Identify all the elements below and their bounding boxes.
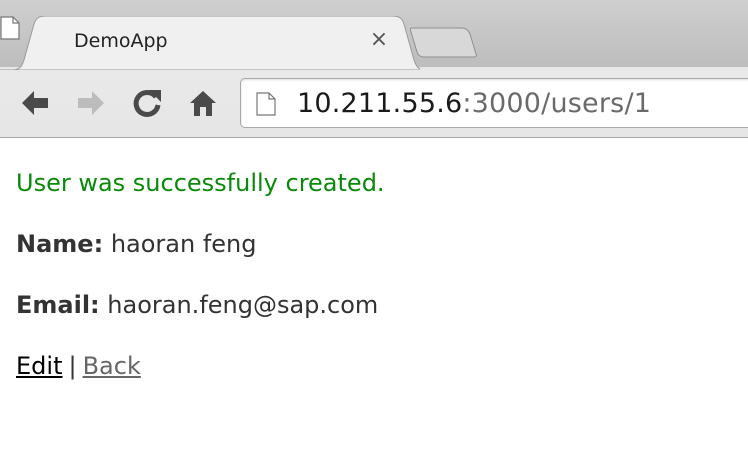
browser-chrome: DemoApp × 10.211.55.6:3000/users/1 (0, 0, 748, 138)
link-separator: | (68, 352, 77, 380)
name-field: Name: haoran feng (16, 229, 736, 259)
name-value: haoran feng (110, 230, 257, 258)
url-host: 10.211.55.6 (297, 88, 463, 119)
edit-link[interactable]: Edit (16, 352, 62, 380)
new-tab-button[interactable] (410, 26, 480, 58)
forward-arrow-icon[interactable] (74, 86, 108, 120)
home-icon[interactable] (186, 86, 220, 120)
action-links: Edit | Back (16, 351, 736, 381)
toolbar: 10.211.55.6:3000/users/1 (0, 68, 748, 138)
address-bar[interactable]: 10.211.55.6:3000/users/1 (240, 78, 748, 128)
name-label: Name: (16, 230, 104, 258)
reload-icon[interactable] (130, 86, 164, 120)
back-link[interactable]: Back (83, 352, 141, 380)
email-field: Email: haoran.feng@sap.com (16, 290, 736, 320)
page-icon (0, 16, 20, 40)
email-label: Email: (16, 291, 100, 319)
email-value: haoran.feng@sap.com (107, 291, 379, 319)
close-icon[interactable]: × (368, 28, 390, 52)
tab-title: DemoApp (74, 30, 168, 52)
url-text[interactable]: 10.211.55.6:3000/users/1 (297, 88, 651, 119)
url-path: :3000/users/1 (462, 88, 652, 119)
tab-demoapp[interactable]: DemoApp × (0, 16, 420, 70)
back-arrow-icon[interactable] (18, 86, 52, 120)
success-notice: User was successfully created. (16, 169, 385, 197)
page-icon (256, 92, 276, 116)
page-content: User was successfully created. Name: hao… (16, 168, 736, 381)
